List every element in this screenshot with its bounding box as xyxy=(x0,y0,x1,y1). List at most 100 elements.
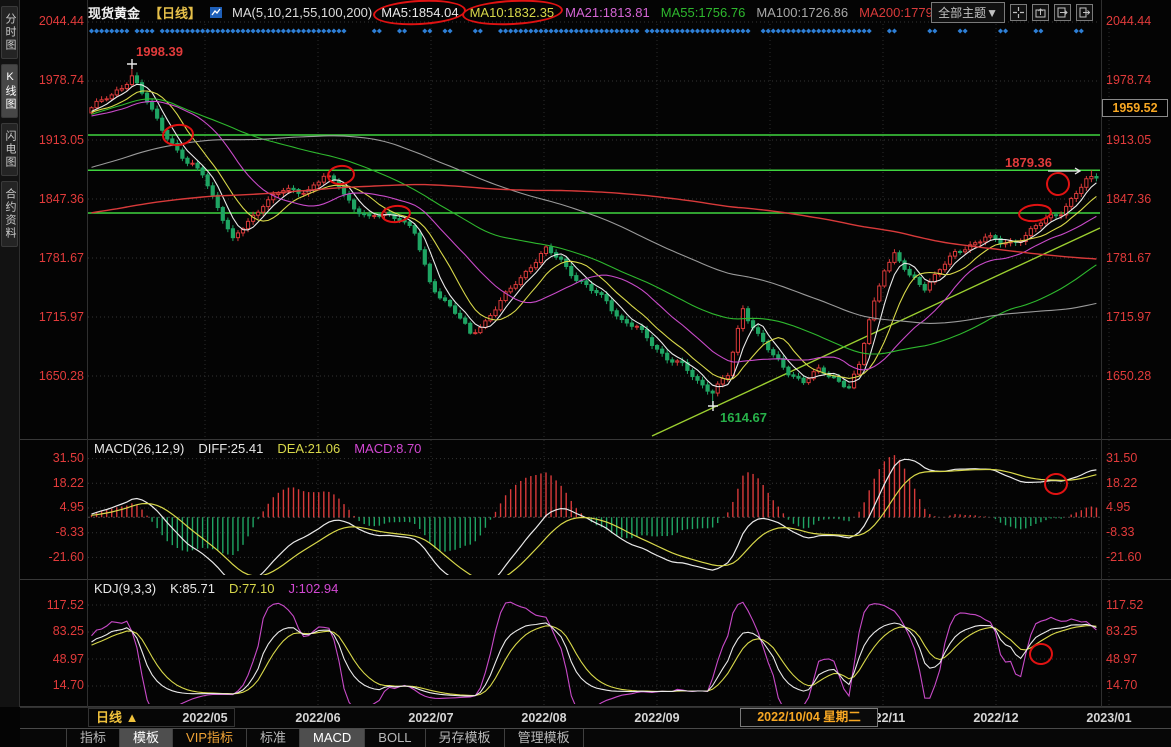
signal-dot xyxy=(326,28,331,33)
signal-dot xyxy=(296,28,301,33)
signal-dot xyxy=(680,28,685,33)
axis-label: 1650.28 xyxy=(1106,369,1171,384)
signal-dot xyxy=(655,28,660,33)
date-label-8: 2023/01 xyxy=(1086,709,1131,727)
kdj-pane-header: KDJ(9,3,3) K:85.71 D:77.10 J:102.94 xyxy=(94,581,338,596)
signal-dot xyxy=(442,28,447,33)
signal-dot xyxy=(730,28,735,33)
crosshair-icon[interactable] xyxy=(1010,4,1027,21)
ma-value-4: MA100:1726.86 xyxy=(756,5,848,20)
signal-dot xyxy=(498,28,503,33)
signal-dot xyxy=(195,28,200,33)
signal-dot xyxy=(528,28,533,33)
trading-app-window: 分时图K线图闪电图合约资料 现货黄金 【日线】 MA(5,10,21,55,10… xyxy=(0,0,1171,747)
signal-dot xyxy=(801,28,806,33)
signal-dot xyxy=(846,28,851,33)
signal-dot xyxy=(160,28,165,33)
axis-label: 2044.44 xyxy=(14,14,84,29)
kdj-pane xyxy=(92,602,1097,713)
signal-dot xyxy=(286,28,291,33)
axis-label: 1847.36 xyxy=(1106,192,1171,207)
tab-模板[interactable]: 模板 xyxy=(120,729,173,747)
ma-legend: MA5:1854.04MA10:1832.35MA21:1813.81MA55:… xyxy=(381,5,951,20)
ma-value-2: MA21:1813.81 xyxy=(565,5,650,20)
date-label-7: 2022/12 xyxy=(973,709,1018,727)
signal-dot xyxy=(165,28,170,33)
axis-label: 1978.74 xyxy=(1106,73,1171,88)
symbol-name: 现货黄金 xyxy=(88,3,140,22)
signal-dot xyxy=(448,28,453,33)
theme-dropdown[interactable]: 全部主题▼ xyxy=(931,2,1005,23)
tab-标准[interactable]: 标准 xyxy=(247,729,300,747)
signal-dot xyxy=(321,28,326,33)
signal-dot xyxy=(796,28,801,33)
signal-dot xyxy=(89,28,94,33)
signal-dot xyxy=(569,28,574,33)
sidebar-item-2[interactable]: 闪电图 xyxy=(1,123,18,176)
axis-label: 48.97 xyxy=(14,652,84,667)
date-label-3: 2022/08 xyxy=(521,709,566,727)
signal-dot xyxy=(761,28,766,33)
signal-dot xyxy=(508,28,513,33)
price-arrow-marker xyxy=(1048,168,1080,174)
sidebar-item-1[interactable]: K线图 xyxy=(1,64,18,118)
tab-VIP指标[interactable]: VIP指标 xyxy=(173,729,247,747)
macd-dea-value: DEA:21.06 xyxy=(277,441,340,456)
signal-dot xyxy=(675,28,680,33)
signal-dot xyxy=(336,28,341,33)
signal-dot xyxy=(574,28,579,33)
signal-dot xyxy=(791,28,796,33)
signal-dot xyxy=(826,28,831,33)
tab-另存模板[interactable]: 另存模板 xyxy=(426,729,505,747)
signal-dot xyxy=(695,28,700,33)
ma-value-1: MA10:1832.35 xyxy=(470,5,555,20)
axis-label: 1913.05 xyxy=(14,133,84,148)
axis-label: 83.25 xyxy=(1106,624,1171,639)
signal-dot xyxy=(205,28,210,33)
axis-label: 117.52 xyxy=(1106,598,1171,613)
signal-dot xyxy=(806,28,811,33)
sidebar-item-3[interactable]: 合约资料 xyxy=(1,181,18,247)
tab-管理模板[interactable]: 管理模板 xyxy=(505,729,584,747)
annotation-ellipse[interactable] xyxy=(1046,172,1070,196)
ma-value-0: MA5:1854.04 xyxy=(381,5,458,20)
pivot-cross-marker xyxy=(127,59,137,69)
tab-BOLL[interactable]: BOLL xyxy=(365,729,425,747)
annotation-ellipse[interactable] xyxy=(1044,473,1068,495)
axis-label: 83.25 xyxy=(14,624,84,639)
chart-arrow-right-icon[interactable] xyxy=(1054,4,1071,21)
signal-dot xyxy=(230,28,235,33)
chart-arrow-up-icon[interactable] xyxy=(1032,4,1049,21)
chart-type-sidebar: 分时图 K线图闪电图合约资料 xyxy=(0,0,20,707)
axis-label: -21.60 xyxy=(14,550,84,565)
axis-label: 18.22 xyxy=(1106,476,1171,491)
annotation-label-1: 1879.36 xyxy=(1005,155,1052,170)
macd-macd-value: MACD:8.70 xyxy=(354,441,421,456)
sidebar-item-0[interactable]: 分时图 xyxy=(1,6,18,59)
signal-dot xyxy=(831,28,836,33)
signal-dot xyxy=(372,28,377,33)
signal-dot xyxy=(139,28,144,33)
signal-dot xyxy=(1033,28,1038,33)
signal-dot xyxy=(624,28,629,33)
axis-label: 1650.28 xyxy=(14,369,84,384)
tab-指标[interactable]: 指标 xyxy=(66,729,120,747)
signal-dot xyxy=(857,28,862,33)
tab-MACD[interactable]: MACD xyxy=(300,729,365,747)
signal-dot xyxy=(599,28,604,33)
signal-dot xyxy=(94,28,99,33)
signal-dot xyxy=(725,28,730,33)
trend-line[interactable] xyxy=(652,228,1100,436)
kdj-title: KDJ(9,3,3) xyxy=(94,581,156,596)
chart-canvas[interactable] xyxy=(0,0,1171,747)
signal-dot xyxy=(397,28,402,33)
signal-dot xyxy=(720,28,725,33)
pane-export-icon[interactable] xyxy=(1076,4,1093,21)
signal-dot xyxy=(745,28,750,33)
signal-dot xyxy=(478,28,483,33)
signal-dot xyxy=(291,28,296,33)
signal-dot xyxy=(614,28,619,33)
axis-label: 4.95 xyxy=(1106,500,1171,515)
crosshair-date-readout: 2022/10/04 星期二 xyxy=(740,708,878,727)
signal-dot xyxy=(998,28,1003,33)
